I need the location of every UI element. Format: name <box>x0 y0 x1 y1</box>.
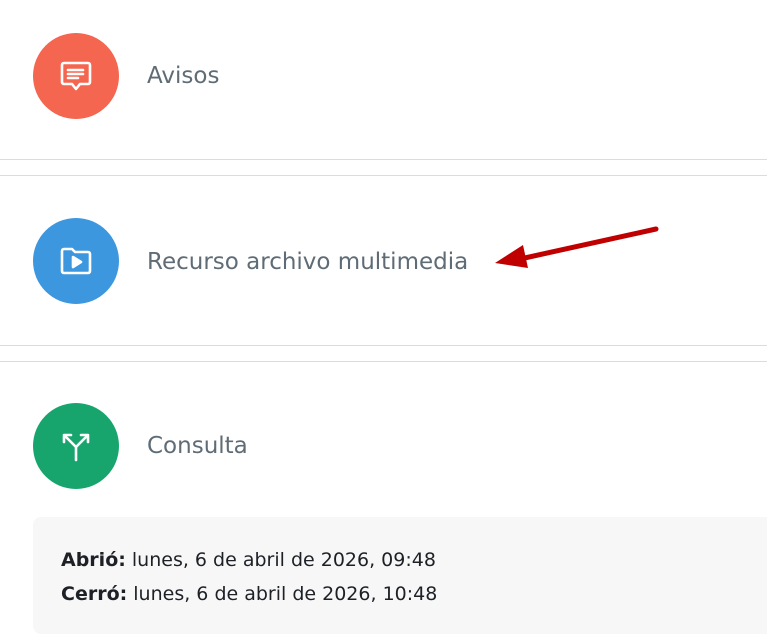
opened-label: Abrió: <box>61 549 126 571</box>
closed-value: lunes, 6 de abril de 2026, 10:48 <box>133 583 438 605</box>
divider <box>0 345 767 346</box>
consulta-icon-badge[interactable] <box>33 403 119 489</box>
activity-dates: Abrió: lunes, 6 de abril de 2026, 09:48 … <box>33 517 767 634</box>
activity-link-consulta[interactable]: Consulta <box>147 431 248 461</box>
choice-icon <box>62 433 90 462</box>
opened-date: Abrió: lunes, 6 de abril de 2026, 09:48 <box>61 547 436 573</box>
closed-date: Cerró: lunes, 6 de abril de 2026, 10:48 <box>61 581 437 607</box>
opened-value: lunes, 6 de abril de 2026, 09:48 <box>131 549 436 571</box>
closed-label: Cerró: <box>61 583 128 605</box>
activity-consulta: Consulta <box>0 362 767 512</box>
